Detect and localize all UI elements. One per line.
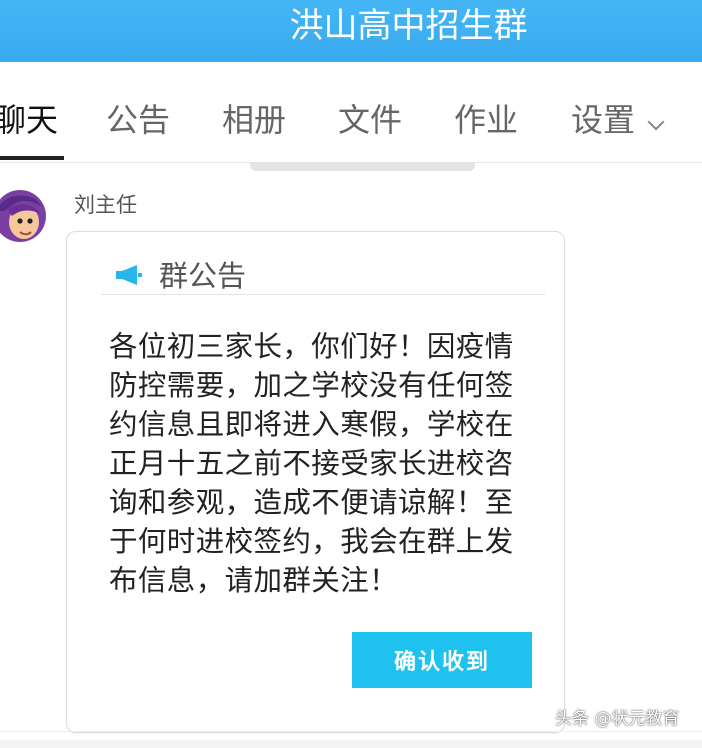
scroll-indicator[interactable] bbox=[250, 163, 475, 171]
divider bbox=[101, 294, 545, 295]
announcement-title: 群公告 bbox=[159, 259, 247, 293]
tab-announcements[interactable]: 公告 bbox=[106, 100, 170, 140]
watermark: 头条 @状元教育 bbox=[555, 709, 680, 729]
tab-settings[interactable]: 设置 bbox=[571, 100, 635, 140]
confirm-received-button[interactable]: 确认收到 bbox=[352, 632, 532, 688]
megaphone-icon bbox=[115, 264, 143, 286]
avatar[interactable] bbox=[0, 188, 46, 244]
sender-name: 刘主任 bbox=[74, 193, 137, 217]
announcement-body: 各位初三家长，你们好！因疫情防控需要，加之学校没有任何签约信息且即将进入寒假，学… bbox=[109, 330, 514, 597]
active-tab-indicator bbox=[0, 156, 64, 160]
group-title: 洪山高中招生群 bbox=[289, 6, 528, 46]
divider bbox=[0, 731, 702, 732]
tab-bar: 聊天 公告 相册 文件 作业 设置 bbox=[0, 62, 702, 163]
tab-homework[interactable]: 作业 bbox=[454, 100, 518, 140]
tab-album[interactable]: 相册 bbox=[222, 100, 286, 140]
group-header: 洪山高中招生群 bbox=[0, 0, 702, 62]
input-toolbar-edge bbox=[0, 740, 702, 748]
tab-files[interactable]: 文件 bbox=[338, 100, 402, 140]
announcement-card: 群公告 各位初三家长，你们好！因疫情防控需要，加之学校没有任何签约信息且即将进入… bbox=[66, 231, 565, 733]
tab-chat[interactable]: 聊天 bbox=[0, 100, 58, 140]
